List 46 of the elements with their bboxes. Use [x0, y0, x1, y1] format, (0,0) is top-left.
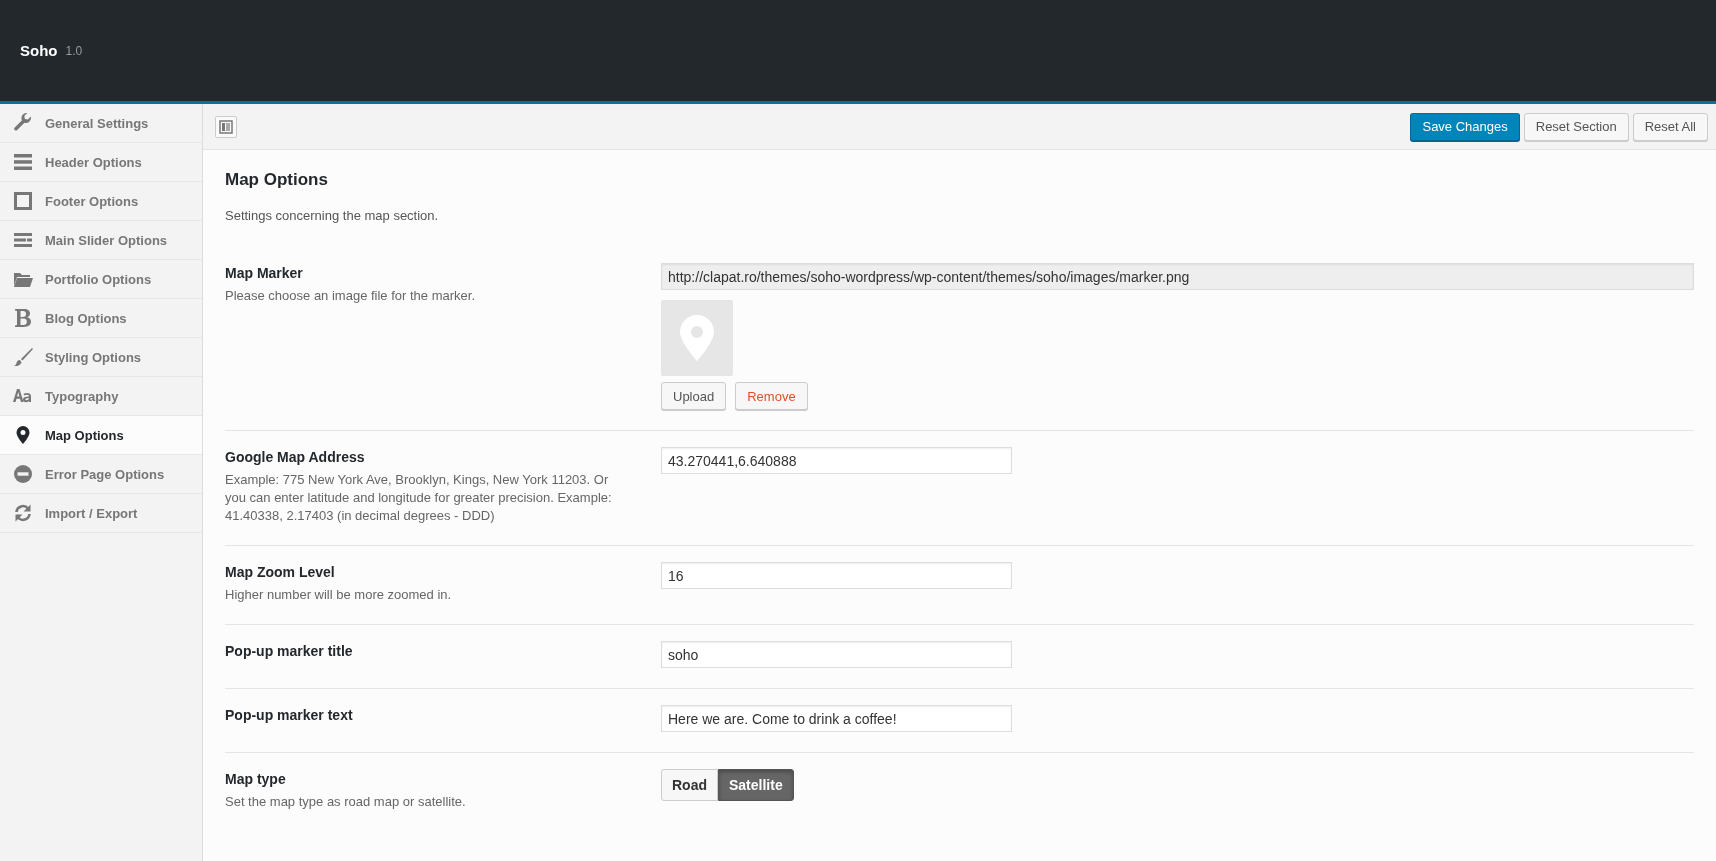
text-field[interactable]: 43.270441,6.640888 [661, 447, 1012, 474]
field-label: Map Zoom Level [225, 564, 336, 580]
version-label: 1.0 [65, 43, 83, 58]
sidebar-item[interactable]: General Settings [0, 104, 202, 143]
sidebar-item[interactable]: Map Options [0, 416, 202, 455]
field-label: Map type [225, 771, 287, 787]
field-description: Set the map type as road map or satellite. [225, 793, 467, 811]
text-field[interactable]: soho [661, 641, 1012, 668]
field-label: Map Marker [225, 265, 304, 281]
sidebar-item[interactable]: Import / Export [0, 494, 202, 533]
map-pin-icon [680, 315, 714, 361]
upload-button[interactable]: Upload [661, 382, 727, 410]
text-field[interactable]: Here we are. Come to drink a coffee! [661, 705, 1012, 732]
field-label: Google Map Address [225, 449, 366, 465]
refresh-icon [13, 503, 33, 523]
brush-icon [13, 347, 33, 367]
sidebar-item[interactable]: Error Page Options [0, 455, 202, 494]
sidebar-item[interactable]: Main Slider Options [0, 221, 202, 260]
bold-icon [13, 308, 33, 328]
segment-button[interactable]: Satellite [718, 769, 794, 801]
section-description: Settings concerning the map section. [225, 208, 440, 223]
minus-circle-icon [13, 464, 33, 484]
field-description: Please choose an image file for the marker. [225, 287, 477, 305]
remove-button[interactable]: Remove [735, 382, 808, 410]
wrench-icon [13, 113, 33, 133]
section-title: Map Options [225, 170, 329, 190]
segment-button[interactable]: Road [661, 769, 718, 801]
field-label: Pop-up marker title [225, 643, 354, 659]
text-field[interactable]: 16 [661, 562, 1012, 589]
save-button[interactable]: Save Changes [1410, 112, 1520, 141]
menu-icon [13, 152, 33, 172]
sidebar-item[interactable]: Header Options [0, 143, 202, 182]
sidebar-item[interactable]: Blog Options [0, 299, 202, 338]
reset-button[interactable]: Reset All [1632, 112, 1708, 141]
reset-button[interactable]: Reset Section [1523, 112, 1629, 141]
layout-toggle-button[interactable] [215, 115, 237, 138]
field-description: Higher number will be more zoomed in. [225, 586, 453, 604]
app-title: Soho [20, 42, 58, 59]
field-description: Example: 775 New York Ave, Brooklyn, Kings, New York 11203. Or you can enter latitude and longitude for greater precision. Example: 41.40338, 2.17403 (in decimal degrees - DDD) [225, 471, 613, 525]
image-url-field[interactable]: http://clapat.ro/themes/soho-wordpress/wp-content/themes/soho/images/marker.png [661, 263, 1694, 290]
slider-icon [13, 230, 33, 250]
field-label: Pop-up marker text [225, 707, 354, 723]
sidebar-item[interactable]: Footer Options [0, 182, 202, 221]
sidebar-item[interactable]: Portfolio Options [0, 260, 202, 299]
sidebar-item[interactable]: Styling Options [0, 338, 202, 377]
square-icon [13, 191, 33, 211]
